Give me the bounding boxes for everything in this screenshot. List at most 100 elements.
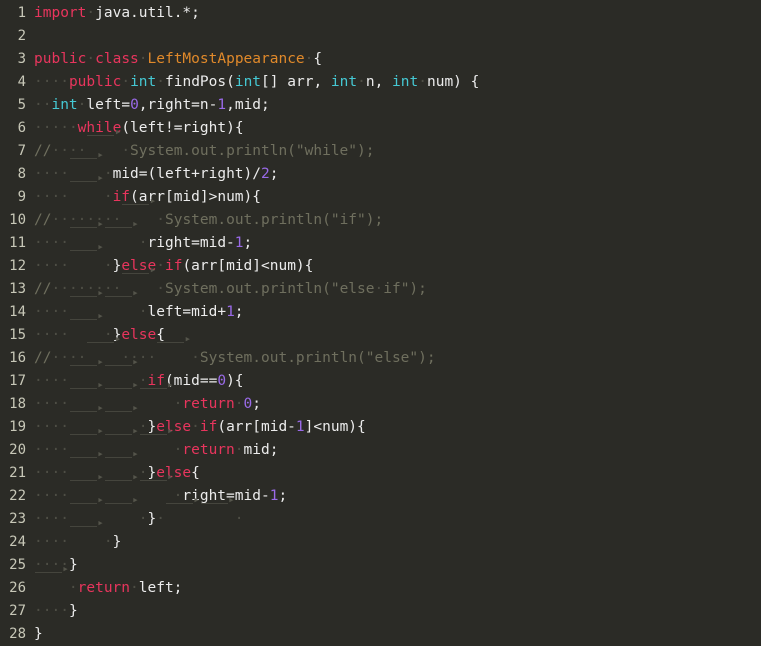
space-whitespace-marker bbox=[51, 396, 60, 412]
code-line[interactable]: 7// System.out.println("while"); bbox=[0, 126, 761, 163]
line-content[interactable]: }else{ bbox=[26, 448, 200, 485]
space-whitespace-marker bbox=[51, 74, 60, 90]
line-content[interactable]: left=mid+1; bbox=[26, 287, 244, 324]
line-content[interactable]: while(left!=right){ bbox=[26, 117, 244, 140]
code-line[interactable]: 4publicintfindPos(int[] arr, intn, intnu… bbox=[0, 71, 761, 94]
code-line[interactable]: 5 int left=0,right=n-1,mid; bbox=[0, 94, 761, 117]
line-content[interactable]: }else{ bbox=[26, 310, 165, 347]
code-line[interactable]: 9 if(arr[mid]>num){ bbox=[0, 172, 761, 209]
space-whitespace-marker bbox=[51, 488, 60, 504]
code-token-plain: num) bbox=[426, 74, 471, 90]
line-content[interactable]: // System.out.println("if"); bbox=[26, 195, 383, 232]
tab-whitespace-marker bbox=[121, 264, 156, 301]
space-whitespace-marker bbox=[60, 258, 69, 274]
line-number: 22 bbox=[9, 488, 26, 504]
space-whitespace-marker bbox=[51, 235, 60, 251]
line-number: 3 bbox=[17, 51, 26, 67]
line-number: 14 bbox=[9, 304, 26, 320]
space-whitespace-marker bbox=[156, 212, 165, 228]
space-whitespace-marker bbox=[51, 189, 60, 205]
space-whitespace-marker bbox=[34, 511, 43, 527]
line-number: 9 bbox=[17, 189, 26, 205]
line-content[interactable]: int left=0,right=n-1,mid; bbox=[26, 94, 270, 117]
line-content[interactable]: // System.out.println("else if"); bbox=[26, 264, 427, 301]
code-line[interactable]: 12 }elseif(arr[mid]<num){ bbox=[0, 241, 761, 278]
code-line[interactable]: 10// System.out.println("if"); bbox=[0, 195, 761, 232]
code-line[interactable]: 27} bbox=[0, 600, 761, 623]
code-line[interactable]: 26 return left; bbox=[0, 563, 761, 600]
line-content[interactable]: return left; bbox=[26, 563, 182, 600]
code-line[interactable]: 22 right=mid-1; bbox=[0, 471, 761, 508]
code-line[interactable]: 16// System.out.println("else"); bbox=[0, 333, 761, 370]
code-line[interactable]: 19 }elseif(arr[mid-1]<num){ bbox=[0, 402, 761, 439]
code-line[interactable]: 2 bbox=[0, 25, 761, 48]
line-content[interactable]: right=mid-1; bbox=[26, 218, 252, 255]
code-token-type: int bbox=[234, 74, 262, 90]
line-number: 28 bbox=[9, 626, 26, 642]
tab-whitespace-marker bbox=[139, 379, 174, 416]
line-content[interactable]: } bbox=[26, 517, 121, 554]
space-whitespace-marker bbox=[60, 511, 69, 527]
code-token-num: 1 bbox=[234, 235, 244, 251]
code-line[interactable]: 14 left=mid+1; bbox=[0, 287, 761, 324]
line-content[interactable]: right=mid-1; bbox=[26, 471, 287, 508]
code-line[interactable]: 21 }else{ bbox=[0, 448, 761, 485]
line-content[interactable]: // System.out.println("while"); bbox=[26, 126, 374, 163]
code-line[interactable]: 8 mid=(left+right)/2; bbox=[0, 149, 761, 186]
code-line[interactable]: 28} bbox=[0, 623, 761, 646]
code-token-kw: else bbox=[156, 419, 192, 435]
line-number: 2 bbox=[17, 28, 26, 44]
code-line[interactable]: 24 } bbox=[0, 517, 761, 554]
code-token-plain: } bbox=[147, 465, 157, 481]
line-content[interactable]: return mid; bbox=[26, 425, 278, 462]
code-line[interactable]: 13 // System.out.println("else if"); bbox=[0, 264, 761, 301]
space-whitespace-marker bbox=[51, 465, 60, 481]
code-line[interactable]: 1 import java.util.*; bbox=[0, 2, 761, 25]
line-number: 7 bbox=[17, 143, 26, 159]
line-content[interactable]: public class LeftMostAppearance { bbox=[26, 48, 322, 71]
line-content[interactable]: // System.out.println("else"); bbox=[26, 333, 436, 370]
code-line[interactable]: 18 return 0; bbox=[0, 379, 761, 416]
space-whitespace-marker bbox=[51, 442, 60, 458]
line-content[interactable]: } bbox=[26, 623, 43, 646]
space-whitespace-marker bbox=[113, 212, 122, 228]
space-whitespace-marker bbox=[104, 281, 113, 297]
code-line[interactable]: 11 right=mid-1; bbox=[0, 218, 761, 255]
line-number: 5 bbox=[17, 97, 26, 113]
line-content[interactable]: import java.util.*; bbox=[26, 2, 200, 25]
code-token-plain: ){ bbox=[226, 373, 244, 389]
code-editor[interactable]: 1importjava.util.*;23publicclassLeftMost… bbox=[0, 0, 761, 642]
space-whitespace-marker bbox=[60, 235, 69, 251]
line-content[interactable]: }elseif(arr[mid]<num){ bbox=[26, 241, 313, 278]
line-content[interactable]: publicintfindPos(int[] arr, intn, intnum… bbox=[26, 71, 479, 94]
line-content[interactable]: return 0; bbox=[26, 379, 261, 416]
code-token-num: 1 bbox=[217, 97, 227, 113]
line-content[interactable]: } bbox=[26, 494, 244, 531]
space-whitespace-marker bbox=[51, 166, 60, 182]
line-content[interactable]: mid=(left+right)/2; bbox=[26, 149, 278, 186]
code-line[interactable]: 23 } bbox=[0, 494, 761, 531]
space-whitespace-marker bbox=[51, 304, 60, 320]
code-token-plain: } bbox=[147, 511, 157, 527]
space-whitespace-marker bbox=[191, 419, 200, 435]
line-content[interactable]: if(arr[mid]>num){ bbox=[26, 172, 261, 209]
line-number: 24 bbox=[9, 534, 26, 550]
space-whitespace-marker bbox=[69, 212, 78, 228]
space-whitespace-marker bbox=[34, 304, 43, 320]
code-token-cls: LeftMostAppearance bbox=[147, 51, 305, 67]
space-whitespace-marker bbox=[51, 603, 60, 619]
line-content[interactable]: } bbox=[26, 600, 78, 623]
code-token-num: 0 bbox=[217, 373, 227, 389]
code-line[interactable]: 3 public class LeftMostAppearance { bbox=[0, 48, 761, 71]
code-token-plain: left= bbox=[86, 97, 131, 113]
line-content[interactable]: }elseif(arr[mid-1]<num){ bbox=[26, 402, 366, 439]
code-token-type: int bbox=[392, 74, 419, 90]
line-number: 27 bbox=[9, 603, 26, 619]
code-line[interactable]: 17 if(mid==0){ bbox=[0, 356, 761, 393]
code-token-plain: left=mid+ bbox=[147, 304, 227, 320]
code-line[interactable]: 25} bbox=[0, 554, 761, 577]
code-line[interactable]: 20 return mid; bbox=[0, 425, 761, 462]
space-whitespace-marker bbox=[191, 350, 200, 366]
space-whitespace-marker bbox=[34, 97, 43, 113]
line-content[interactable]: } bbox=[26, 554, 78, 577]
